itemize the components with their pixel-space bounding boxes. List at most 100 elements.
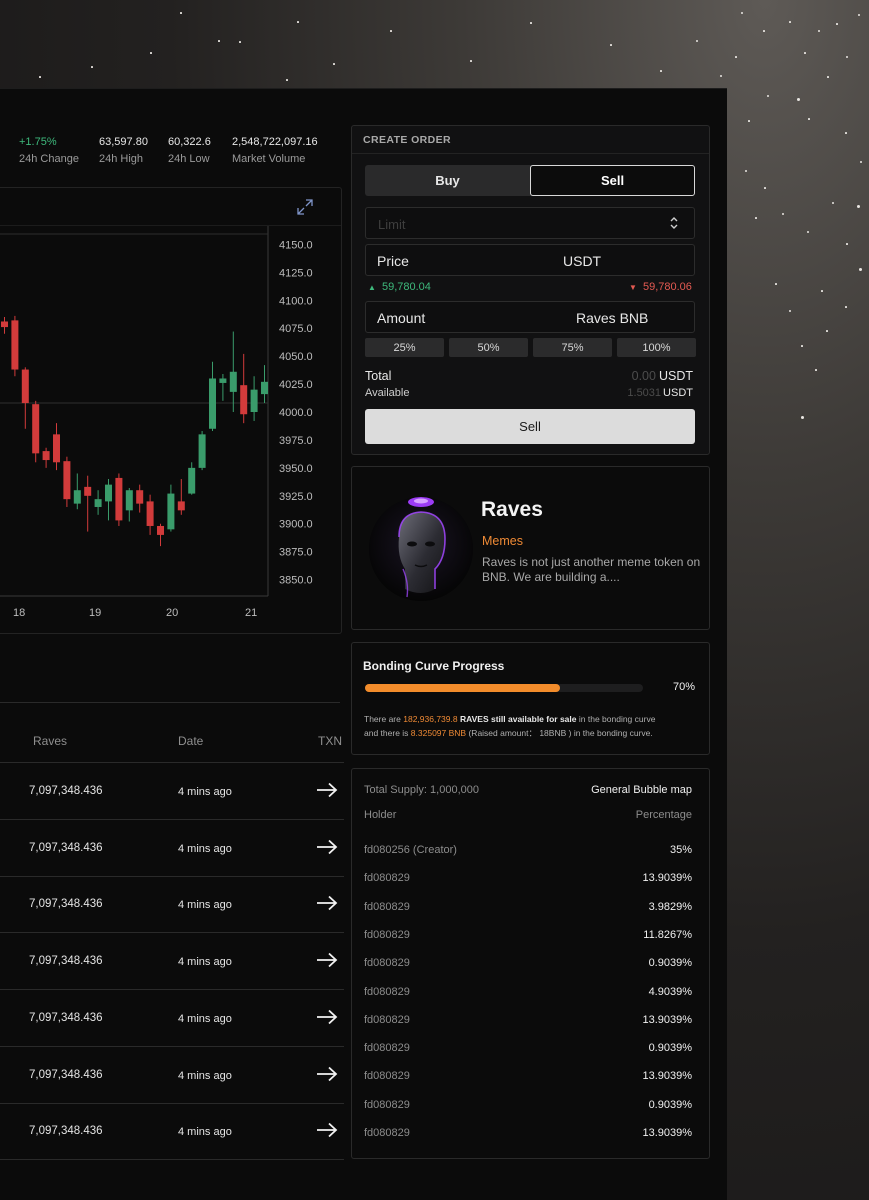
stat-label: 24h High	[99, 153, 144, 165]
y-tick-label: 4150.0	[279, 239, 313, 251]
holder-address[interactable]: fd080829	[364, 901, 410, 913]
star	[797, 98, 800, 101]
stat-label: 24h Low	[168, 153, 210, 165]
candle-body	[209, 378, 216, 429]
trade-date: 4 mins ago	[178, 1126, 232, 1139]
token-category[interactable]: Memes	[482, 534, 523, 548]
table-row[interactable]: 7,097,348.436 4 mins ago	[0, 1103, 344, 1161]
bonding-progress-fill	[365, 684, 560, 692]
holder-address[interactable]: fd080256 (Creator)	[364, 844, 457, 856]
holder-row: fd080829 0.9039%	[352, 954, 709, 974]
star	[846, 243, 848, 245]
holder-address[interactable]: fd080829	[364, 1070, 410, 1082]
holder-percentage: 0.9039%	[648, 1042, 692, 1055]
total-currency: USDT	[658, 369, 693, 383]
star	[286, 79, 288, 81]
total-value: 0.00 USDT	[632, 369, 693, 383]
candlestick-chart[interactable]: 4150.0 4125.0 4100.0 4075.0 4050.0 4025.0 4000…	[0, 226, 342, 634]
trade-date: 4 mins ago	[178, 956, 232, 969]
star	[748, 120, 750, 122]
star	[763, 30, 765, 32]
table-row[interactable]: 7,097,348.436 4 mins ago	[0, 876, 344, 934]
y-tick-label: 3850.0	[279, 575, 313, 587]
sell-submit-button[interactable]: Sell	[365, 409, 695, 444]
holder-address[interactable]: fd080829	[364, 929, 410, 941]
table-row[interactable]: 7,097,348.436 4 mins ago	[0, 933, 344, 991]
star	[801, 416, 804, 419]
stat-24h-change: +1.75% 24h Change	[19, 136, 79, 165]
available-value: 1.5031 USDT	[627, 387, 693, 399]
expand-icon[interactable]	[296, 198, 314, 216]
token-name: Raves	[481, 498, 543, 521]
holder-address[interactable]: fd080829	[364, 1127, 410, 1139]
star	[789, 310, 791, 312]
create-order-panel: CREATE ORDER Buy Sell Limit Price USDT ▲…	[351, 125, 710, 455]
bubble-map-link[interactable]: General Bubble map	[591, 784, 692, 796]
y-tick-label: 3925.0	[279, 491, 313, 503]
holder-address[interactable]: fd080829	[364, 1014, 410, 1026]
candle-body	[42, 451, 50, 461]
star	[775, 283, 777, 285]
table-row[interactable]: 7,097,348.436 4 mins ago	[0, 820, 344, 877]
candle-body	[115, 477, 123, 521]
holder-address[interactable]: fd080829	[364, 1042, 410, 1054]
text: and there is	[364, 728, 409, 738]
trade-amount: 7,097,348.436	[29, 898, 103, 911]
candle-body	[136, 490, 144, 504]
star	[610, 44, 612, 46]
star	[218, 40, 220, 42]
bonding-progress-track	[365, 684, 643, 692]
percent-75-button[interactable]: 75%	[533, 338, 612, 357]
table-row[interactable]: 7,097,348.436 4 mins ago	[0, 1047, 344, 1104]
star	[297, 21, 299, 23]
candle-body	[94, 499, 102, 507]
arrow-right-icon[interactable]	[316, 895, 338, 911]
col-header-raves: Raves	[33, 734, 68, 748]
holder-address[interactable]: fd080829	[364, 872, 410, 884]
price-input[interactable]: Price USDT	[365, 244, 695, 276]
star	[782, 213, 784, 215]
total-label: Total	[365, 369, 392, 383]
trading-app-window: +1.75% 24h Change 63,597.80 24h High 60,…	[0, 88, 727, 1200]
table-row[interactable]: 7,097,348.436 4 mins ago	[0, 763, 344, 820]
trade-date: 4 mins ago	[178, 786, 232, 798]
y-tick-label: 4075.0	[279, 323, 313, 335]
percent-50-button[interactable]: 50%	[449, 338, 528, 357]
available-number: 1.5031	[627, 387, 662, 399]
candle-body	[261, 381, 268, 395]
candle-body	[146, 501, 154, 526]
tab-sell[interactable]: Sell	[530, 165, 695, 196]
candle-body	[167, 493, 175, 530]
holder-address[interactable]: fd080829	[364, 1099, 410, 1111]
arrow-right-icon[interactable]	[316, 1066, 338, 1082]
arrow-right-icon[interactable]	[316, 1009, 338, 1025]
holder-row: fd080829 13.9039%	[352, 1067, 709, 1087]
y-tick-label: 4100.0	[279, 295, 313, 307]
star	[859, 268, 862, 271]
candle-body	[105, 484, 112, 502]
holder-address[interactable]: fd080829	[364, 957, 410, 969]
available-label: Available	[365, 387, 410, 399]
arrow-right-icon[interactable]	[316, 782, 338, 798]
y-tick-label: 3900.0	[279, 519, 313, 531]
order-type-select[interactable]: Limit	[365, 207, 695, 239]
arrow-right-icon[interactable]	[316, 839, 338, 855]
star	[789, 21, 791, 23]
arrow-right-icon[interactable]	[316, 952, 338, 968]
tab-buy[interactable]: Buy	[365, 165, 530, 196]
holder-percentage: 3.9829%	[648, 900, 692, 913]
arrow-right-icon[interactable]	[316, 1122, 338, 1138]
amount-input[interactable]: Amount Raves BNB	[365, 301, 695, 333]
holder-address[interactable]: fd080829	[364, 986, 410, 998]
percent-25-button[interactable]: 25%	[365, 338, 444, 357]
table-row[interactable]: 7,097,348.436 4 mins ago	[0, 990, 344, 1047]
candle-body	[177, 501, 185, 511]
token-description: Raves is not just another meme token on …	[482, 555, 701, 584]
amount-unit: Raves BNB	[576, 310, 649, 326]
stat-value: 2,548,722,097.16	[232, 136, 318, 148]
star	[832, 202, 834, 204]
candle-body	[21, 369, 29, 404]
buy-sell-tabs: Buy Sell	[365, 165, 695, 196]
holder-percentage: 13.9039%	[642, 872, 692, 885]
percent-100-button[interactable]: 100%	[617, 338, 696, 357]
